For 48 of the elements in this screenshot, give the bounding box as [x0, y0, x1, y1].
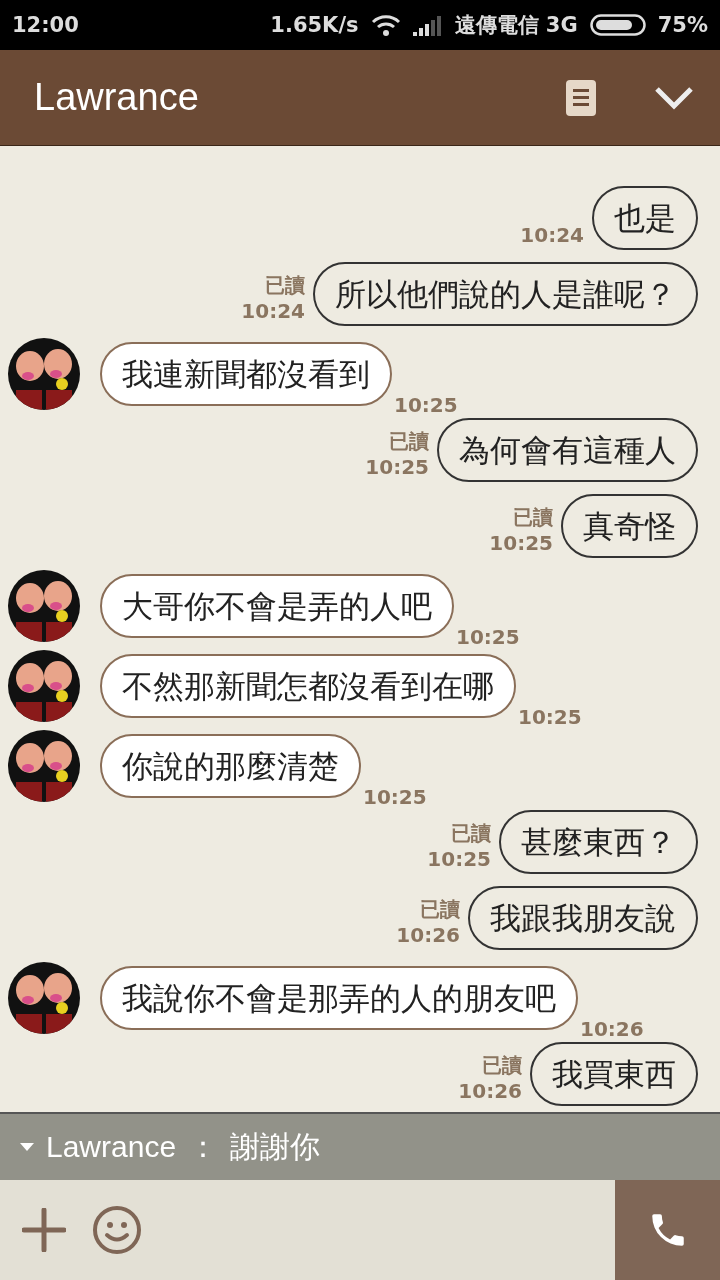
received-message: 大哥你不會是弄的人吧	[100, 574, 454, 638]
read-receipt: 已讀	[420, 896, 460, 922]
sent-message: 為何會有這種人	[437, 418, 698, 482]
message-time: 10:25	[456, 624, 520, 650]
notes-icon[interactable]	[566, 79, 596, 116]
sent-message: 真奇怪	[561, 494, 698, 558]
read-receipt: 已讀	[451, 820, 491, 846]
message-time: 10:25	[489, 530, 553, 556]
received-message: 我說你不會是那弄的人的朋友吧	[100, 966, 578, 1030]
read-receipt: 已讀	[389, 428, 429, 454]
caret-icon	[20, 1143, 34, 1151]
message-time: 10:26	[396, 922, 460, 948]
plus-icon[interactable]	[22, 1208, 66, 1252]
battery-icon	[589, 14, 646, 36]
wifi-icon	[370, 13, 401, 37]
message-preview-bar[interactable]: Lawrance ： 謝謝你	[0, 1112, 720, 1180]
message-time: 10:25	[427, 846, 491, 872]
sent-message: 所以他們說的人是誰呢？	[313, 262, 698, 326]
clock: 12:00	[12, 13, 79, 37]
message-time: 10:25	[518, 704, 582, 730]
read-receipt: 已讀	[265, 272, 305, 298]
message-time: 10:25	[394, 392, 458, 418]
read-receipt: 已讀	[513, 504, 553, 530]
sent-message: 我買東西	[530, 1042, 698, 1106]
signal-icon	[412, 14, 443, 36]
message-time: 10:25	[365, 454, 429, 480]
preview-text: 謝謝你	[230, 1128, 321, 1165]
message-time: 10:25	[363, 784, 427, 810]
message-time: 10:24	[241, 298, 305, 324]
message-time: 10:26	[458, 1078, 522, 1104]
received-message: 你說的那麼清楚	[100, 734, 361, 798]
chevron-down-icon[interactable]	[654, 85, 694, 110]
call-button[interactable]	[615, 1180, 720, 1280]
chat-title: Lawrance	[34, 76, 200, 119]
sent-message: 甚麼東西？	[499, 810, 698, 874]
received-message: 不然那新聞怎都沒看到在哪	[100, 654, 516, 718]
battery-percentage: 75%	[657, 13, 708, 37]
network-speed: 1.65K/s	[270, 13, 359, 37]
preview-sender: Lawrance	[46, 1130, 177, 1164]
received-message: 我連新聞都沒看到	[100, 342, 392, 406]
preview-separator: ：	[188, 1128, 219, 1165]
sent-message: 也是	[592, 186, 698, 250]
message-time: 10:24	[520, 222, 584, 248]
carrier-name: 遠傳電信 3G	[454, 12, 578, 39]
emoji-icon[interactable]	[92, 1205, 142, 1255]
sent-message: 我跟我朋友說	[468, 886, 698, 950]
read-receipt: 已讀	[482, 1052, 522, 1078]
message-time: 10:26	[580, 1016, 644, 1042]
